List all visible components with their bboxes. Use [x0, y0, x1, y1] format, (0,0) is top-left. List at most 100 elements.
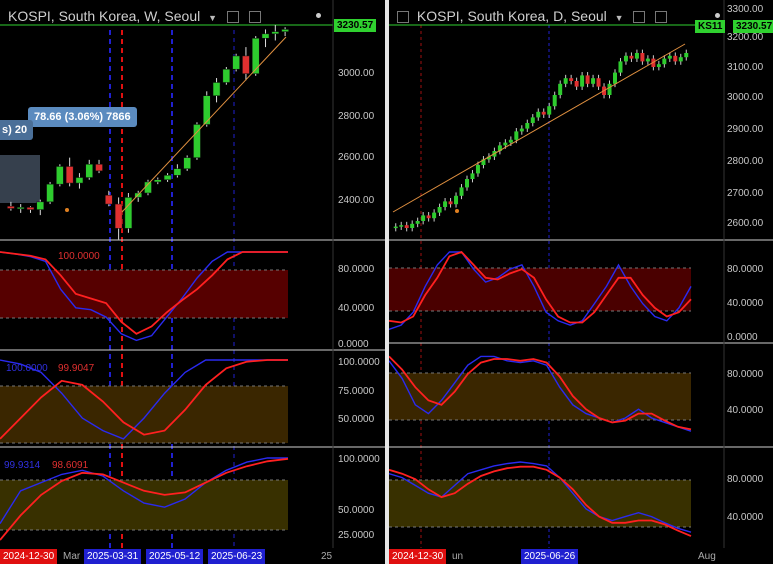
candle-body	[613, 72, 617, 84]
candle-body	[552, 95, 557, 107]
settings-icon[interactable]	[226, 11, 239, 24]
candle-body	[558, 83, 563, 95]
date-label-month: Mar	[63, 551, 81, 562]
close-icon[interactable]	[655, 11, 668, 24]
date-label-3: 2025-06-23	[208, 549, 266, 564]
candle-body	[503, 142, 508, 146]
candle-body	[212, 82, 221, 96]
weekly-ind2-tick-label: 75.0000	[338, 386, 375, 397]
candle-body	[585, 75, 590, 84]
close-icon[interactable]	[248, 11, 261, 24]
daily-ind1-tick-label: 40.0000	[727, 298, 764, 309]
candle-body	[530, 117, 535, 123]
candle-body	[470, 173, 475, 179]
weekly-symbol-title: KOSPI, South Korea, W, Seoul	[8, 8, 201, 24]
candle-body	[232, 55, 240, 70]
weekly-price-tick-label: 2600.00	[338, 152, 375, 163]
candle-body	[678, 57, 683, 62]
candle-body	[656, 64, 661, 67]
chevron-down-icon[interactable]: ▼	[208, 13, 217, 23]
date-label-2: 2025-05-12	[146, 549, 204, 564]
ind1-red-value: 100.0000	[58, 251, 100, 262]
weekly-chart-title[interactable]: KOSPI, South Korea, W, Seoul ▼	[8, 8, 261, 24]
date-label-end: Aug	[698, 551, 716, 562]
candle-body	[432, 212, 437, 219]
candle-body	[459, 187, 464, 196]
candle-body	[410, 223, 415, 228]
candle-body	[519, 128, 524, 132]
candle-body	[36, 201, 45, 210]
expand-icon[interactable]	[397, 11, 409, 24]
candle-body	[404, 225, 409, 228]
candle-body	[475, 165, 480, 174]
candle-body	[85, 164, 93, 178]
daily-chart-pane[interactable]: KOSPI, South Korea, D, Seoul ▼ KS11 3230…	[389, 0, 773, 564]
candle-body	[7, 206, 15, 209]
weekly-ind2-tick-label: 50.0000	[338, 414, 375, 425]
candle-body	[673, 55, 678, 62]
candle-body	[618, 61, 623, 73]
candle-body	[95, 164, 103, 172]
candle-body	[541, 111, 546, 115]
candle-body	[16, 207, 25, 210]
candle-body	[56, 166, 64, 185]
candle-body	[454, 195, 459, 205]
marker-dot	[65, 208, 69, 212]
candle-body	[629, 55, 634, 59]
candle-body	[183, 157, 191, 169]
candle-body	[634, 53, 639, 59]
menu-dot-icon[interactable]	[316, 13, 321, 18]
candle-body	[591, 78, 596, 84]
candle-body	[667, 55, 672, 59]
weekly-ind3-tick-label: 100.0000	[338, 454, 380, 465]
ind2-red-value: 99.9047	[58, 363, 95, 374]
candle-body	[163, 175, 172, 180]
daily-price-tick-label: 2800.00	[727, 156, 764, 167]
chevron-down-icon[interactable]: ▼	[615, 13, 624, 23]
ind3-red-value: 98.6091	[52, 460, 89, 471]
daily-symbol-title: KOSPI, South Korea, D, Seoul	[416, 8, 607, 24]
candle-body	[547, 106, 552, 115]
candle-body	[596, 78, 601, 87]
daily-price-tick-label: 3100.00	[727, 62, 764, 73]
candle-body	[26, 207, 35, 210]
candle-body	[415, 221, 420, 224]
weekly-ind3-tick-label: 25.0000	[338, 530, 375, 541]
weekly-ind2-tick-label: 100.0000	[338, 357, 380, 368]
ind2-blue-value: 100.0000	[6, 363, 48, 374]
ind3-band	[0, 480, 288, 530]
ind3-blue-value: 99.9314	[4, 460, 41, 471]
candle-body	[569, 78, 574, 81]
trend-line	[121, 36, 287, 213]
weekly-chart-canvas[interactable]	[0, 0, 385, 564]
candle-body	[437, 207, 442, 213]
candle-body	[563, 78, 568, 84]
weekly-price-tick-label: 3000.00	[338, 68, 375, 79]
candle-body	[508, 139, 513, 143]
candle-body	[465, 179, 469, 188]
candle-body	[399, 225, 404, 227]
weekly-chart-pane[interactable]: KOSPI, South Korea, W, Seoul ▼ 3230.57 7…	[0, 0, 385, 564]
crosshair-tooltip: 78.66 (3.06%) 7866	[28, 107, 137, 127]
date-label-end: 25	[321, 551, 333, 562]
highlight-box	[0, 155, 40, 203]
weekly-ind3-tick-label: 50.0000	[338, 505, 375, 516]
candle-body	[607, 83, 612, 95]
candle-body	[640, 53, 645, 62]
candle-body	[525, 123, 530, 129]
candle-body	[645, 58, 650, 62]
menu-dot-icon[interactable]	[715, 13, 720, 18]
candle-body	[393, 226, 398, 229]
date-label-1: 2025-06-26	[521, 549, 579, 564]
date-label-start: 2024-12-30	[0, 549, 58, 564]
date-label-start: 2024-12-30	[389, 549, 447, 564]
last-price-badge: 3230.57	[334, 19, 377, 32]
daily-chart-title[interactable]: KOSPI, South Korea, D, Seoul ▼	[397, 8, 668, 24]
candle-body	[105, 194, 113, 205]
daily-chart-canvas[interactable]	[389, 0, 773, 564]
candle-body	[448, 201, 453, 205]
daily-ind2-tick-label: 80.0000	[727, 369, 764, 380]
daily-price-tick-label: 2700.00	[727, 188, 764, 199]
candle-body	[574, 81, 579, 87]
settings-icon[interactable]	[633, 11, 646, 24]
